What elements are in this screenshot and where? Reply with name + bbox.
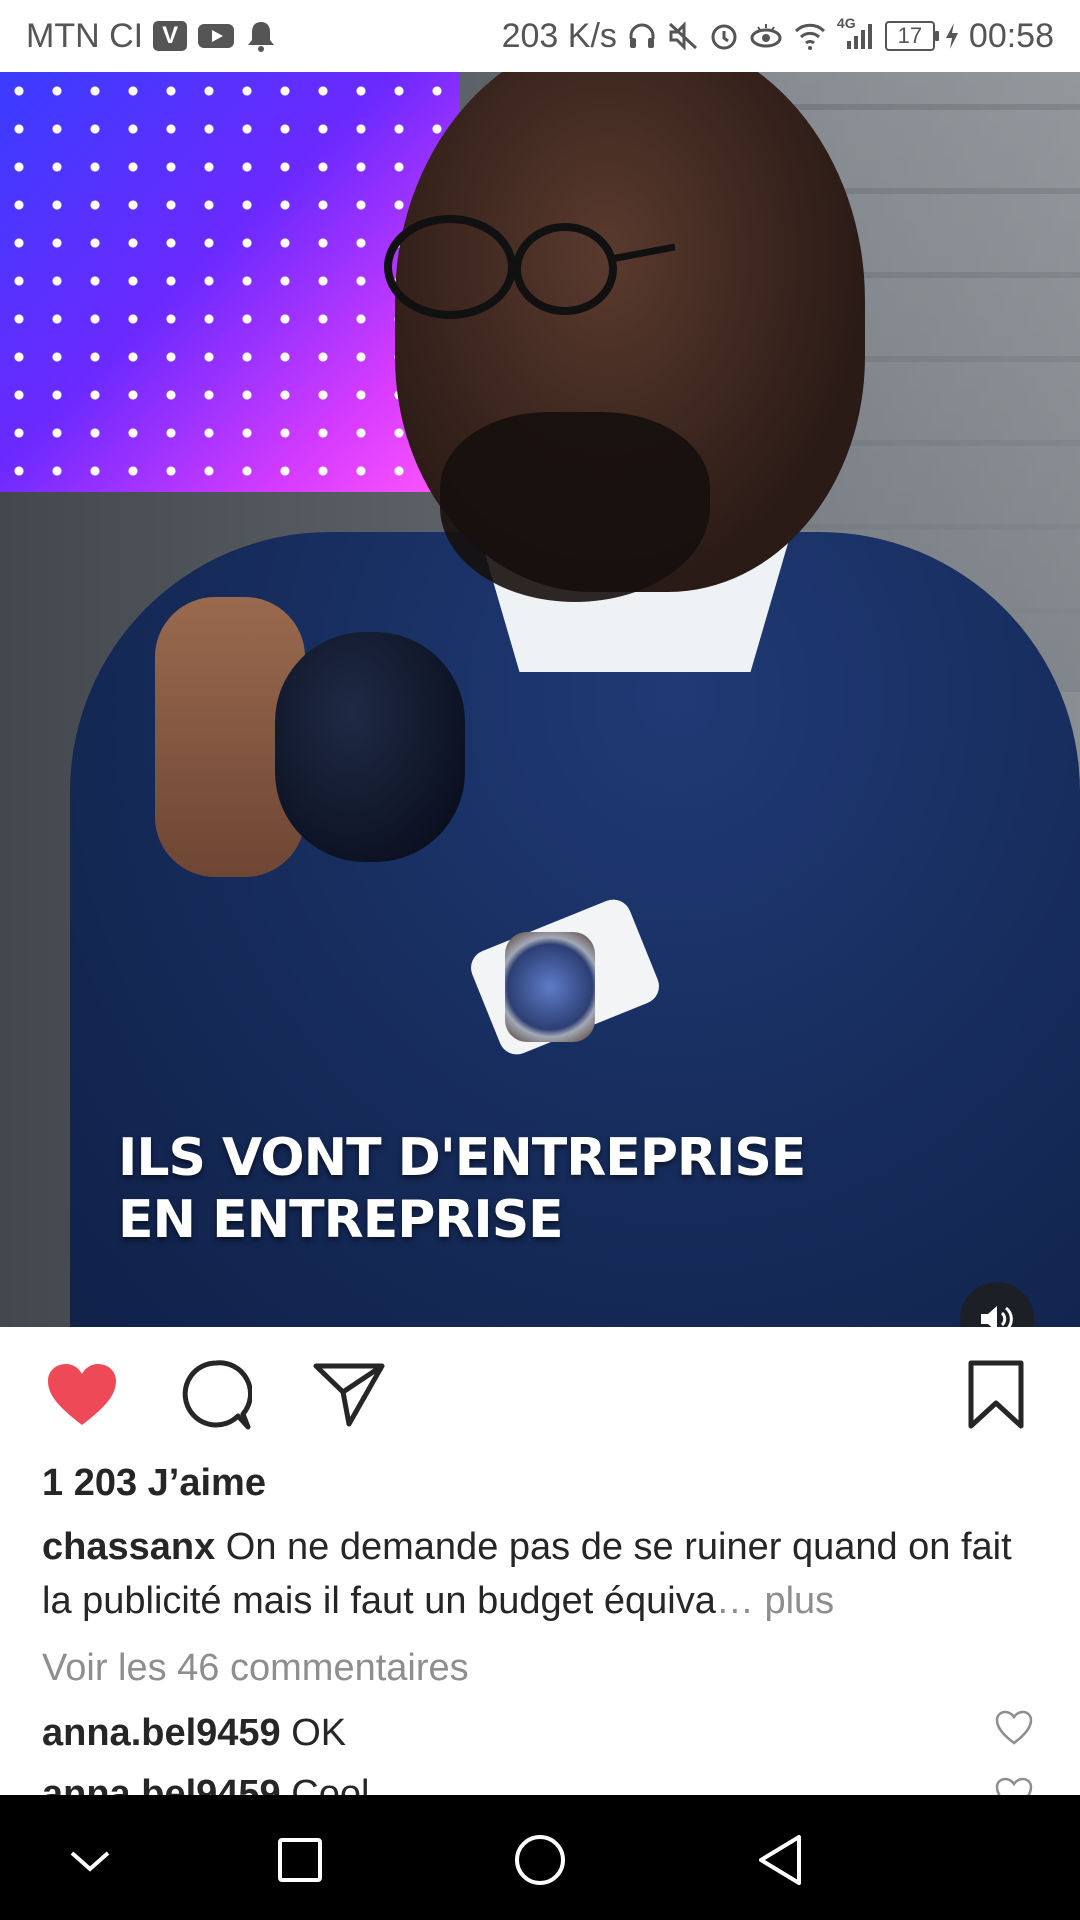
caption-username[interactable]: chassanx (42, 1526, 215, 1568)
back-button[interactable] (745, 1825, 815, 1895)
share-icon (313, 1363, 385, 1427)
chevron-down-icon (70, 1851, 110, 1872)
alarm-icon (709, 21, 739, 51)
video-caption: ILS VONT D'ENTREPRISE EN ENTREPRISE (118, 1127, 806, 1251)
share-button[interactable] (313, 1359, 385, 1431)
person-glasses (384, 215, 675, 319)
v-app-icon: V (153, 21, 188, 51)
comment-icon (182, 1360, 252, 1430)
recents-button[interactable] (265, 1825, 335, 1895)
youtube-icon (197, 21, 235, 51)
clock: 00:58 (968, 16, 1054, 55)
eye-comfort-icon (749, 21, 783, 51)
reel-video[interactable]: ILS VONT D'ENTREPRISE EN ENTREPRISE (0, 72, 1080, 1327)
carrier-label: MTN CI (26, 16, 144, 55)
microphone (275, 632, 465, 862)
video-caption-line-2: EN ENTREPRISE (118, 1190, 564, 1250)
comment-item: anna.bel9459 OK (42, 1712, 1002, 1755)
status-bar-right: 203 K/s 4G 17 00:58 (501, 15, 1054, 56)
wifi-icon (793, 21, 827, 51)
back-triangle-icon (759, 1835, 801, 1885)
headphones-icon (627, 21, 657, 51)
home-circle-icon (515, 1835, 565, 1885)
post-caption: chassanx On ne demande pas de se ruiner … (42, 1520, 1042, 1628)
speaker-volume-icon (981, 1306, 1013, 1327)
save-button[interactable] (960, 1359, 1032, 1431)
comment-username[interactable]: anna.bel9459 (42, 1712, 281, 1754)
charging-icon (945, 22, 959, 50)
comment-button[interactable] (180, 1359, 252, 1431)
notification-bell-icon (245, 19, 277, 53)
muted-icon (667, 21, 699, 51)
home-button[interactable] (505, 1825, 575, 1895)
view-comments-link[interactable]: Voir les 46 commentaires (42, 1647, 469, 1690)
post-actions (0, 1327, 1080, 1462)
network-type-label: 4G (836, 15, 856, 31)
status-bar: MTN CI V 203 K/s 4G 17 00:58 (0, 0, 1080, 72)
like-count[interactable]: 1 203 J’aime (42, 1462, 266, 1505)
battery-indicator: 17 (884, 21, 939, 51)
system-navigation-bar (0, 1795, 1080, 1920)
caption-more-link[interactable]: plus (764, 1580, 834, 1622)
hide-keyboard-button[interactable] (55, 1825, 125, 1895)
bookmark-icon (968, 1360, 1024, 1429)
signal-icon: 4G (837, 15, 875, 51)
person-beard (440, 412, 710, 602)
wristwatch (505, 932, 595, 1042)
heart-icon (48, 1364, 116, 1425)
network-speed: 203 K/s (501, 16, 617, 55)
comment-text: OK (291, 1712, 347, 1754)
recents-square-icon (278, 1838, 322, 1882)
caption-ellipsis: … (715, 1580, 754, 1622)
video-caption-line-1: ILS VONT D'ENTREPRISE (118, 1128, 806, 1188)
status-bar-left: MTN CI V (26, 17, 277, 56)
like-button[interactable] (46, 1359, 118, 1431)
comment-like-heart-icon[interactable] (994, 1708, 1034, 1748)
